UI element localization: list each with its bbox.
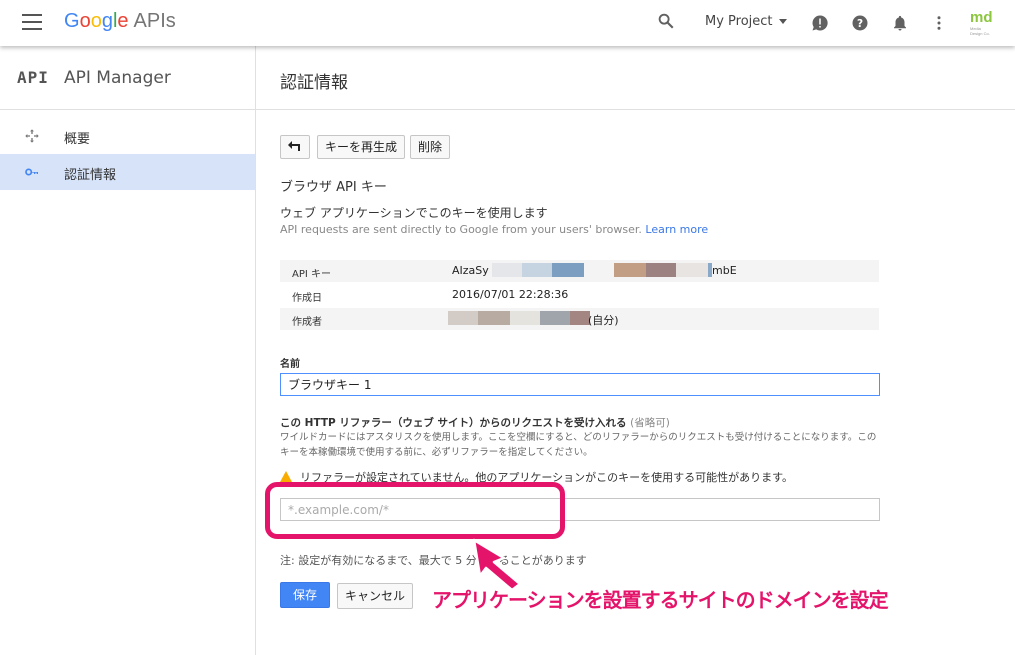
redacted-block bbox=[478, 311, 510, 325]
usage-title: ウェブ アプリケーションでこのキーを使用します bbox=[280, 206, 548, 220]
notifications-icon[interactable] bbox=[891, 14, 909, 32]
redacted-block bbox=[510, 311, 540, 325]
info-row-api-key: API キー AIzaSy mbE bbox=[280, 260, 879, 282]
chevron-down-icon bbox=[778, 19, 787, 24]
annotation-caption: アプリケーションを設置するサイトのドメインを設定 bbox=[432, 588, 889, 612]
more-vert-icon[interactable] bbox=[930, 14, 948, 32]
api-badge-icon: API bbox=[17, 68, 49, 87]
created-date-value: 2016/07/01 22:28:36 bbox=[452, 288, 569, 301]
name-label: 名前 bbox=[280, 359, 300, 370]
sidebar-item-overview[interactable]: 概要 bbox=[0, 118, 255, 154]
account-avatar[interactable]: md Media Design Co. bbox=[970, 10, 994, 37]
name-input[interactable] bbox=[280, 373, 880, 396]
api-key-value: AIzaSy bbox=[452, 264, 489, 277]
sidebar-header: API API Manager bbox=[0, 46, 255, 110]
page-header: 認証情報 bbox=[256, 46, 1015, 110]
referrer-label: この HTTP リファラー（ウェブ サイト）からのリクエストを受け入れる (省略… bbox=[280, 417, 670, 429]
warning-icon bbox=[280, 471, 292, 482]
key-type-title: ブラウザ API キー bbox=[280, 180, 387, 195]
search-icon[interactable] bbox=[657, 12, 675, 30]
sidebar-item-credentials[interactable]: 認証情報 bbox=[0, 154, 255, 190]
api-key-suffix: mbE bbox=[712, 264, 737, 277]
redacted-block bbox=[570, 311, 590, 325]
regenerate-key-button[interactable]: キーを再生成 bbox=[317, 135, 406, 159]
usage-description: API requests are sent directly to Google… bbox=[280, 223, 709, 236]
back-arrow-icon bbox=[288, 141, 300, 151]
top-app-bar: Google APIs My Project ? md Media Design C… bbox=[0, 0, 1015, 46]
feedback-icon[interactable] bbox=[811, 14, 829, 32]
redacted-block bbox=[614, 263, 646, 277]
referrer-help: ワイルドカードにはアスタリスクを使用します。ここを空欄にすると、どのリファラーか… bbox=[280, 432, 877, 458]
save-button[interactable]: 保存 bbox=[280, 582, 330, 608]
menu-icon[interactable] bbox=[22, 14, 42, 30]
redacted-block bbox=[646, 263, 676, 277]
annotation-highlight-box bbox=[265, 482, 565, 539]
info-key: API キー bbox=[292, 269, 331, 280]
info-key: 作成日 bbox=[292, 293, 322, 304]
sidebar-item-label: 概要 bbox=[64, 132, 91, 147]
sidebar: API API Manager 概要 認証情報 bbox=[0, 46, 256, 655]
delete-button[interactable]: 削除 bbox=[410, 135, 451, 159]
back-button[interactable] bbox=[280, 135, 310, 159]
svg-text:?: ? bbox=[857, 18, 863, 30]
help-icon[interactable]: ? bbox=[851, 14, 869, 32]
redacted-block bbox=[522, 263, 552, 277]
redacted-block bbox=[492, 263, 522, 277]
google-apis-logo[interactable]: Google APIs bbox=[64, 10, 176, 33]
redacted-block bbox=[540, 311, 570, 325]
project-selector[interactable]: My Project bbox=[705, 14, 787, 29]
redacted-block bbox=[676, 263, 708, 277]
learn-more-link[interactable]: Learn more bbox=[645, 223, 708, 236]
page-title: 認証情報 bbox=[280, 73, 348, 93]
key-icon bbox=[25, 168, 38, 176]
info-row-creator: 作成者 (自分) bbox=[280, 308, 879, 330]
info-key: 作成者 bbox=[292, 317, 322, 328]
overview-icon bbox=[25, 129, 39, 143]
info-row-created: 作成日 2016/07/01 22:28:36 bbox=[280, 284, 879, 306]
creator-suffix: (自分) bbox=[588, 314, 619, 327]
optional-hint: (省略可) bbox=[630, 417, 670, 429]
cancel-button[interactable]: キャンセル bbox=[337, 583, 414, 609]
sidebar-title: API Manager bbox=[64, 68, 171, 88]
propagation-note: 注: 設定が有効になるまで、最大で 5 分かかることがあります bbox=[280, 554, 587, 567]
sidebar-item-label: 認証情報 bbox=[64, 168, 117, 183]
redacted-block bbox=[552, 263, 584, 277]
redacted-block bbox=[448, 311, 478, 325]
project-name: My Project bbox=[705, 14, 773, 29]
